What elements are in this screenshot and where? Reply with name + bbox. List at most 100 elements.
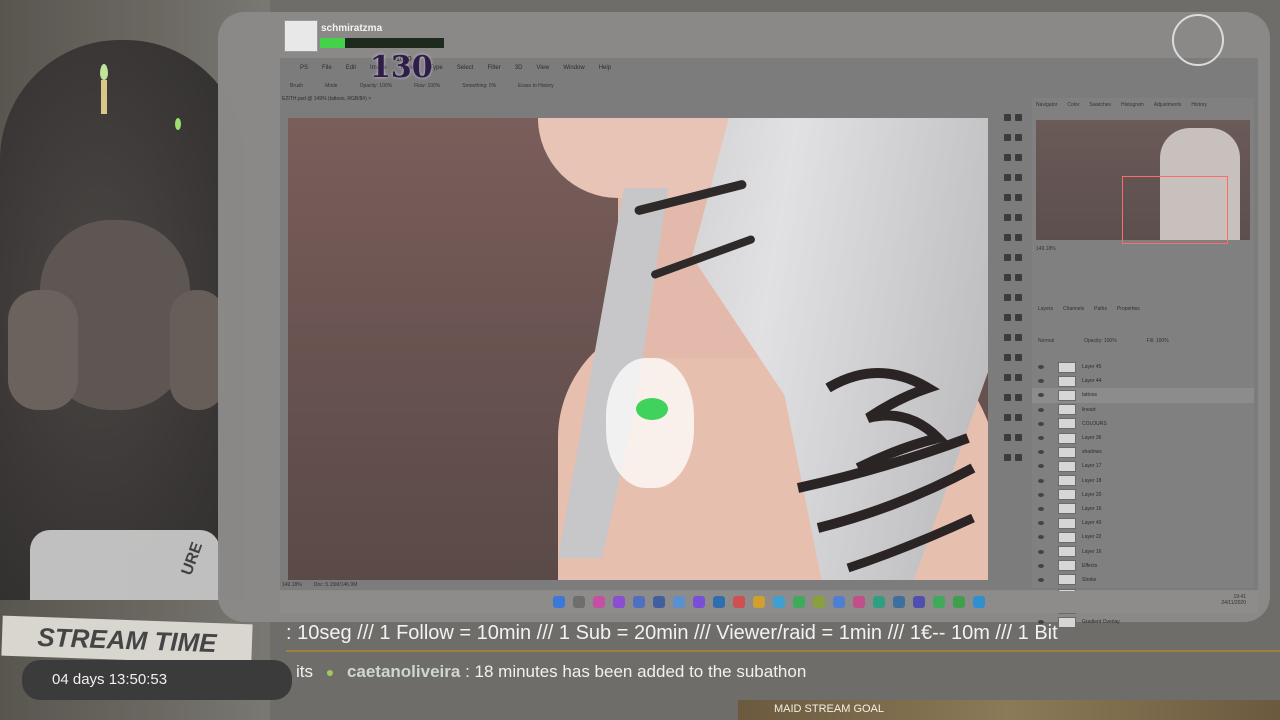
eye-icon[interactable] — [1038, 450, 1044, 455]
tab-color[interactable]: Color — [1067, 102, 1079, 108]
layer-row[interactable]: lineart — [1032, 403, 1254, 417]
tool-icon[interactable] — [1004, 174, 1011, 181]
tool-icon[interactable] — [1015, 334, 1022, 341]
menu-item-view[interactable]: View — [536, 65, 549, 71]
eye-icon[interactable] — [1038, 563, 1044, 568]
document-tab[interactable]: EZITH.psd @ 149% (tattoos, RGB/8#) × — [282, 96, 371, 102]
tool-icon[interactable] — [1015, 374, 1022, 381]
menu-item-filter[interactable]: Filter — [487, 65, 500, 71]
opacity-field[interactable]: Opacity: 100% — [1084, 338, 1117, 344]
taskbar-app-icon[interactable] — [553, 596, 565, 608]
tool-icon[interactable] — [1004, 234, 1011, 241]
eye-icon[interactable] — [1038, 393, 1044, 398]
tool-icon[interactable] — [1004, 314, 1011, 321]
drawing-canvas[interactable] — [288, 118, 988, 580]
eye-icon[interactable] — [1038, 379, 1044, 384]
tool-icon[interactable] — [1004, 414, 1011, 421]
taskbar-app-icon[interactable] — [673, 596, 685, 608]
eye-icon[interactable] — [1038, 492, 1044, 497]
tab-properties[interactable]: Properties — [1117, 306, 1140, 312]
tool-icon[interactable] — [1004, 134, 1011, 141]
fill-field[interactable]: Fill: 100% — [1147, 338, 1169, 344]
tool-icon[interactable] — [1015, 434, 1022, 441]
layer-row[interactable]: Layer 20 — [1032, 488, 1254, 502]
tool-icon[interactable] — [1004, 294, 1011, 301]
tool-icon[interactable] — [1015, 274, 1022, 281]
taskbar-app-icon[interactable] — [933, 596, 945, 608]
eye-icon[interactable] — [1038, 421, 1044, 426]
tool-icon[interactable] — [1004, 214, 1011, 221]
layer-row[interactable]: Layer 18 — [1032, 474, 1254, 488]
taskbar-app-icon[interactable] — [733, 596, 745, 608]
taskbar-app-icon[interactable] — [573, 596, 585, 608]
taskbar-app-icon[interactable] — [853, 596, 865, 608]
layer-row[interactable]: Layer 36 — [1032, 431, 1254, 445]
taskbar-app-icon[interactable] — [973, 596, 985, 608]
layer-row[interactable]: Layer 49 — [1032, 516, 1254, 530]
tool-icon[interactable] — [1004, 254, 1011, 261]
layer-row[interactable]: shadows — [1032, 445, 1254, 459]
tab-histogram[interactable]: Histogram — [1121, 102, 1144, 108]
tool-icon[interactable] — [1015, 254, 1022, 261]
tool-icon[interactable] — [1004, 374, 1011, 381]
tool-icon[interactable] — [1004, 454, 1011, 461]
layer-row[interactable]: Layer 22 — [1032, 530, 1254, 544]
tool-icon[interactable] — [1015, 154, 1022, 161]
tab-layers[interactable]: Layers — [1038, 306, 1053, 312]
taskbar-app-icon[interactable] — [813, 596, 825, 608]
tab-paths[interactable]: Paths — [1094, 306, 1107, 312]
layer-row[interactable]: Layer 16 — [1032, 544, 1254, 558]
menu-item-3d[interactable]: 3D — [515, 65, 523, 71]
eye-icon[interactable] — [1038, 535, 1044, 540]
tool-icon[interactable] — [1004, 434, 1011, 441]
tool-icon[interactable] — [1004, 394, 1011, 401]
tool-icon[interactable] — [1015, 414, 1022, 421]
tool-icon[interactable] — [1004, 354, 1011, 361]
tool-icon[interactable] — [1015, 214, 1022, 221]
taskbar-app-icon[interactable] — [773, 596, 785, 608]
layer-row[interactable]: COLOURS — [1032, 417, 1254, 431]
eye-icon[interactable] — [1038, 521, 1044, 526]
eye-icon[interactable] — [1038, 577, 1044, 582]
eye-icon[interactable] — [1038, 464, 1044, 469]
layer-row[interactable]: Layer 45 — [1032, 360, 1254, 374]
eye-icon[interactable] — [1038, 478, 1044, 483]
tab-channels[interactable]: Channels — [1063, 306, 1084, 312]
layer-row[interactable]: Effects — [1032, 559, 1254, 573]
tool-icon[interactable] — [1015, 394, 1022, 401]
layer-row[interactable]: Layer 16 — [1032, 502, 1254, 516]
tab-swatches[interactable]: Swatches — [1089, 102, 1111, 108]
option-item[interactable]: Smoothing: 0% — [462, 83, 496, 89]
tool-icon[interactable] — [1015, 134, 1022, 141]
menu-item-file[interactable]: File — [322, 65, 332, 71]
eye-icon[interactable] — [1038, 365, 1044, 370]
taskbar-app-icon[interactable] — [753, 596, 765, 608]
option-item[interactable]: Mode — [325, 83, 338, 89]
navigator-preview[interactable] — [1036, 120, 1250, 244]
taskbar-app-icon[interactable] — [593, 596, 605, 608]
menu-item-window[interactable]: Window — [563, 65, 584, 71]
layer-row[interactable]: Layer 44 — [1032, 374, 1254, 388]
taskbar-app-icon[interactable] — [873, 596, 885, 608]
tool-icon[interactable] — [1004, 194, 1011, 201]
eye-icon[interactable] — [1038, 436, 1044, 441]
tool-icon[interactable] — [1015, 314, 1022, 321]
tab-adjustments[interactable]: Adjustments — [1154, 102, 1182, 108]
taskbar-app-icon[interactable] — [693, 596, 705, 608]
tool-icon[interactable] — [1015, 194, 1022, 201]
tool-icon[interactable] — [1004, 114, 1011, 121]
menu-item-ps[interactable]: PS — [300, 65, 308, 71]
menu-item-select[interactable]: Select — [457, 65, 474, 71]
eye-icon[interactable] — [1038, 549, 1044, 554]
taskbar-app-icon[interactable] — [833, 596, 845, 608]
taskbar-app-icon[interactable] — [913, 596, 925, 608]
tool-icon[interactable] — [1015, 354, 1022, 361]
tool-icon[interactable] — [1015, 114, 1022, 121]
taskbar-app-icon[interactable] — [793, 596, 805, 608]
taskbar-app-icon[interactable] — [713, 596, 725, 608]
tab-history[interactable]: History — [1191, 102, 1207, 108]
eye-icon[interactable] — [1038, 506, 1044, 511]
tool-icon[interactable] — [1004, 154, 1011, 161]
tool-icon[interactable] — [1004, 334, 1011, 341]
taskbar-app-icon[interactable] — [613, 596, 625, 608]
